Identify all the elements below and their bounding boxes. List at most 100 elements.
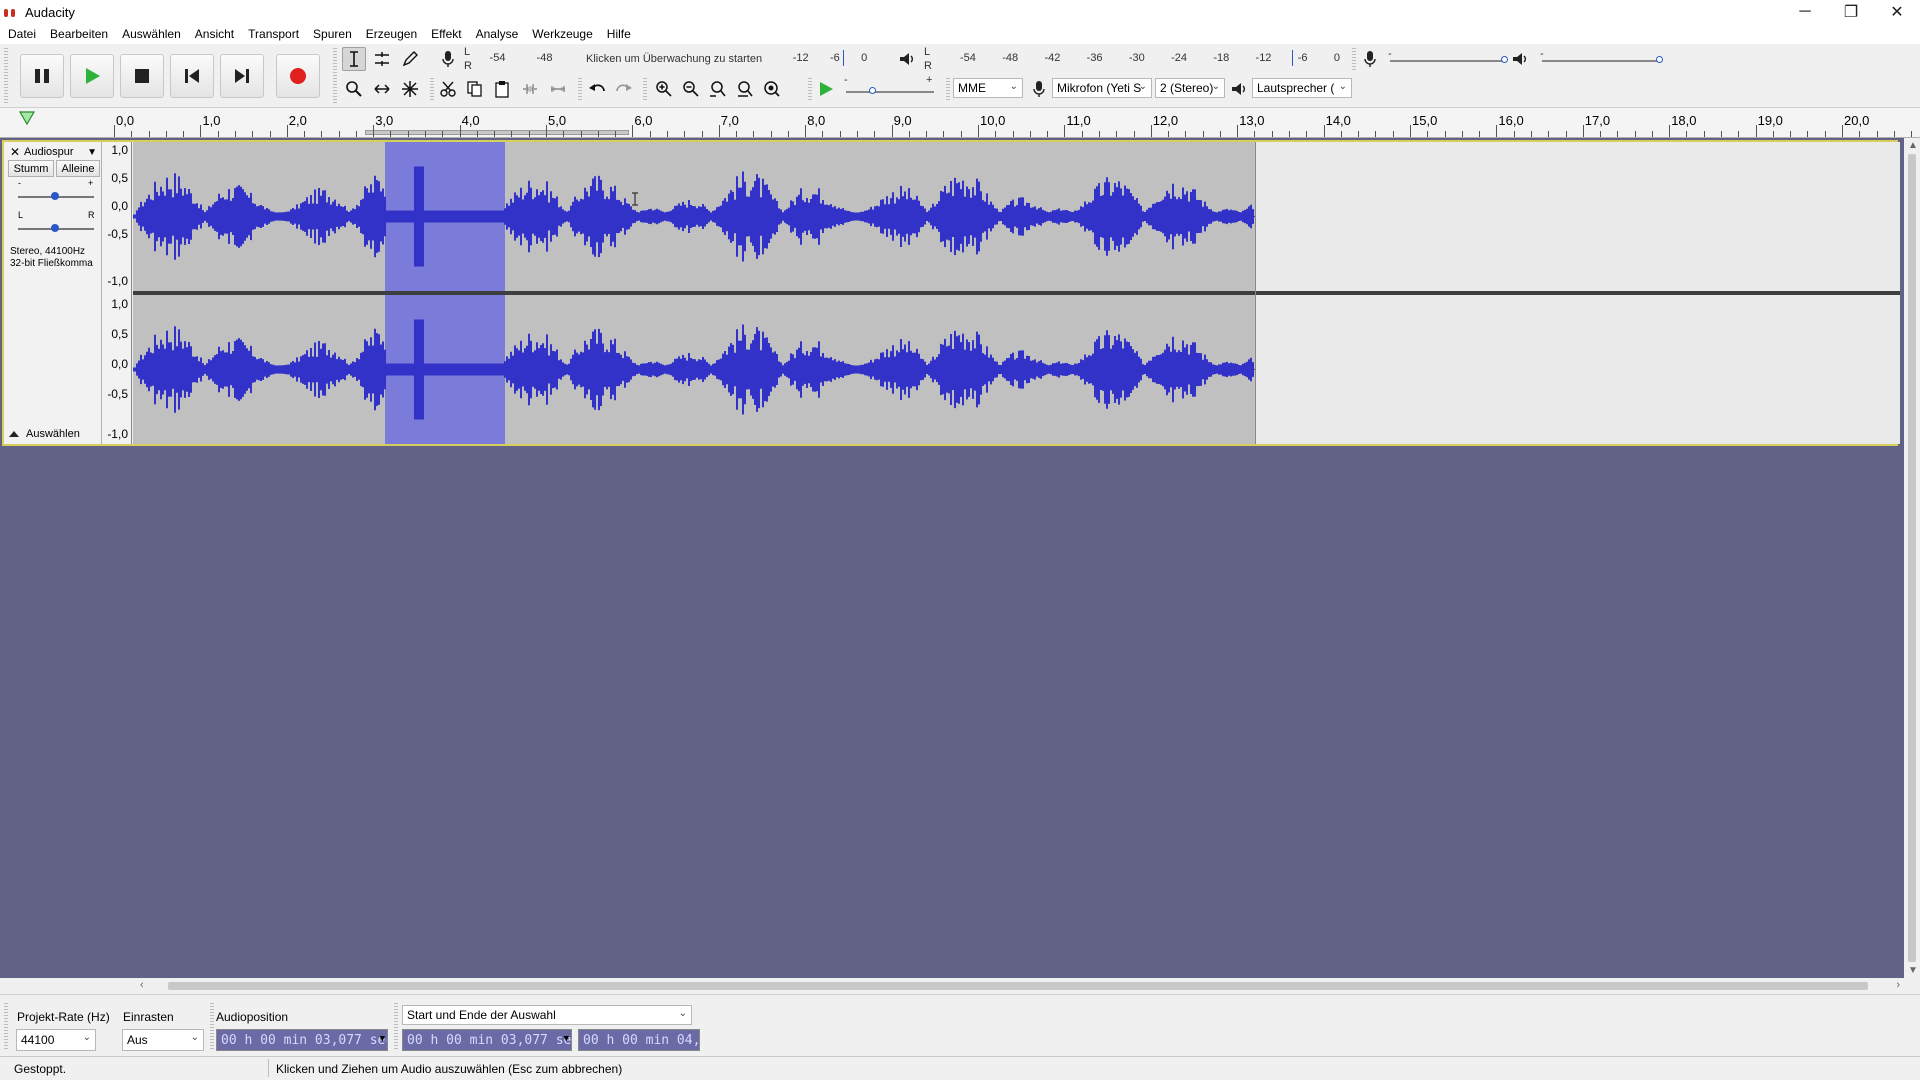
- recording-volume-slider[interactable]: [1390, 60, 1506, 62]
- recording-volume-knob[interactable]: [1501, 56, 1508, 63]
- menu-bearbeiten[interactable]: Bearbeiten: [50, 27, 108, 41]
- audio-track[interactable]: ✕ Audiospur ▼ Stumm Alleine - + L R Stere…: [2, 140, 1900, 446]
- recording-volume-icon-button[interactable]: [1358, 47, 1382, 71]
- menu-auswaehlen[interactable]: Auswählen: [122, 27, 181, 41]
- menu-effekt[interactable]: Effekt: [431, 27, 461, 41]
- timeline-minor-tick: [1859, 131, 1861, 137]
- audio-position-field[interactable]: 00 h 00 min 03,077 sec ▼: [216, 1029, 388, 1051]
- minimize-button[interactable]: ─: [1782, 0, 1828, 24]
- vertical-scroll-thumb[interactable]: [1908, 154, 1916, 962]
- toolbar-grip[interactable]: [394, 1003, 398, 1051]
- playback-meter-scale[interactable]: -54 -48 -42 -36 -30 -24 -18 -12 -6 0: [960, 49, 1340, 67]
- gain-knob[interactable]: [51, 192, 59, 200]
- skip-to-start-button[interactable]: [170, 54, 214, 98]
- menu-hilfe[interactable]: Hilfe: [607, 27, 631, 41]
- record-button[interactable]: [276, 54, 320, 98]
- menu-spuren[interactable]: Spuren: [313, 27, 352, 41]
- menu-ansicht[interactable]: Ansicht: [195, 27, 234, 41]
- timeline-minor-tick: [1254, 131, 1256, 137]
- selection-mode-select[interactable]: Start und Ende der Auswahl ⌄: [402, 1005, 692, 1025]
- stop-button[interactable]: [120, 54, 164, 98]
- cut-button[interactable]: [436, 77, 460, 101]
- silence-audio-button[interactable]: [546, 77, 570, 101]
- fit-selection-button[interactable]: [706, 77, 730, 101]
- zoom-tool-button[interactable]: [342, 77, 366, 101]
- track-name-menu[interactable]: Audiospur ▼: [24, 144, 100, 160]
- scroll-left-icon[interactable]: ‹: [140, 979, 144, 991]
- toolbar-grip[interactable]: [1352, 48, 1356, 72]
- project-rate-select[interactable]: 44100 ⌄: [16, 1029, 96, 1051]
- play-speed-slider[interactable]: [846, 91, 934, 93]
- record-meter-button[interactable]: [436, 47, 460, 71]
- play-button[interactable]: [70, 54, 114, 98]
- zoom-toggle-button[interactable]: [760, 77, 784, 101]
- toolbar-grip[interactable]: [643, 78, 647, 102]
- toolbar-grip[interactable]: [578, 78, 582, 102]
- track-close-button[interactable]: ✕: [10, 145, 20, 159]
- playback-volume-slider[interactable]: [1542, 60, 1660, 62]
- zoom-in-button[interactable]: [652, 77, 676, 101]
- timeline-major-tick: [1410, 125, 1411, 137]
- envelope-tool-button[interactable]: [370, 47, 394, 71]
- toolbar-grip[interactable]: [946, 78, 950, 102]
- horizontal-scroll-thumb[interactable]: [168, 982, 1868, 990]
- redo-button[interactable]: [612, 77, 636, 101]
- multi-tool-button[interactable]: [398, 77, 422, 101]
- toolbar-grip[interactable]: [4, 48, 8, 104]
- menu-analyse[interactable]: Analyse: [476, 27, 519, 41]
- output-device-select[interactable]: Lautsprecher (⌄: [1252, 78, 1352, 98]
- timeline-tick-label: 1,0: [202, 113, 221, 128]
- playback-meter-button[interactable]: [895, 47, 919, 71]
- timeline-minor-tick: [1081, 131, 1083, 137]
- horizontal-scrollbar[interactable]: ‹ ›: [130, 978, 1904, 994]
- zoom-out-button[interactable]: [679, 77, 703, 101]
- toolbar-grip[interactable]: [4, 1003, 8, 1051]
- toolbar-grip[interactable]: [333, 48, 337, 104]
- menu-erzeugen[interactable]: Erzeugen: [366, 27, 417, 41]
- close-window-button[interactable]: ✕: [1874, 0, 1920, 24]
- playback-volume-icon-button[interactable]: [1508, 47, 1532, 71]
- input-device-select[interactable]: Mikrofon (Yeti S ⌄: [1052, 78, 1152, 98]
- record-meter-prompt[interactable]: Klicken um Überwachung zu starten: [586, 53, 762, 65]
- undo-button[interactable]: [585, 77, 609, 101]
- play-at-speed-button[interactable]: [814, 77, 838, 101]
- menu-transport[interactable]: Transport: [248, 27, 299, 41]
- maximize-button[interactable]: ❐: [1828, 0, 1874, 24]
- scroll-down-icon[interactable]: ▼: [1908, 965, 1918, 976]
- input-channels-select[interactable]: 2 (Stereo) ⌄: [1155, 78, 1225, 98]
- timeline-ruler[interactable]: 0,0 1,0 2,0 3,0 4,0 5,0 6,0 7,0 8,0 9,0 10,0 11,0 12…: [0, 108, 1920, 138]
- selection-start-field[interactable]: 00 h 00 min 03,077 sec ▼: [402, 1029, 572, 1051]
- snap-select[interactable]: Aus ⌄: [122, 1029, 204, 1051]
- track-select-button[interactable]: Auswählen: [8, 426, 96, 442]
- toolbar-grip[interactable]: [210, 1003, 214, 1051]
- waveform-area[interactable]: [133, 142, 1900, 444]
- fit-project-button[interactable]: [733, 77, 757, 101]
- audio-host-select[interactable]: MME ⌄: [953, 78, 1023, 98]
- menu-werkzeuge[interactable]: Werkzeuge: [532, 27, 592, 41]
- selection-end-field[interactable]: 00 h 00 min 04,48: [578, 1029, 700, 1051]
- menu-datei[interactable]: Datei: [8, 27, 36, 41]
- vertical-ruler[interactable]: 1,0 0,5 0,0 -0,5 -1,0 1,0 0,5 0,0 -0,5 -…: [102, 142, 132, 444]
- toolbar-grip[interactable]: [430, 78, 434, 102]
- playback-volume-knob[interactable]: [1656, 56, 1663, 63]
- toolbar-grip[interactable]: [808, 78, 812, 102]
- vertical-scrollbar[interactable]: ▲ ▼: [1904, 138, 1920, 978]
- mute-button[interactable]: Stumm: [8, 160, 54, 177]
- selection-tool-button[interactable]: [342, 47, 366, 71]
- draw-tool-button[interactable]: [398, 47, 422, 71]
- time-shift-tool-button[interactable]: [370, 77, 394, 101]
- paste-button[interactable]: [490, 77, 514, 101]
- pinned-playhead-icon[interactable]: [18, 110, 36, 126]
- play-speed-knob[interactable]: [869, 87, 876, 94]
- track-area[interactable]: ✕ Audiospur ▼ Stumm Alleine - + L R Stere…: [0, 138, 1904, 978]
- solo-button[interactable]: Alleine: [56, 160, 100, 177]
- pause-button[interactable]: [20, 54, 64, 98]
- pan-knob[interactable]: [51, 224, 59, 232]
- scroll-up-icon[interactable]: ▲: [1908, 140, 1918, 151]
- trim-audio-button[interactable]: [518, 77, 542, 101]
- timeline-major-tick: [1150, 125, 1152, 137]
- timeline-major-tick: [1582, 125, 1584, 137]
- skip-to-end-button[interactable]: [220, 54, 264, 98]
- copy-button[interactable]: [463, 77, 487, 101]
- scroll-right-icon[interactable]: ›: [1896, 979, 1900, 991]
